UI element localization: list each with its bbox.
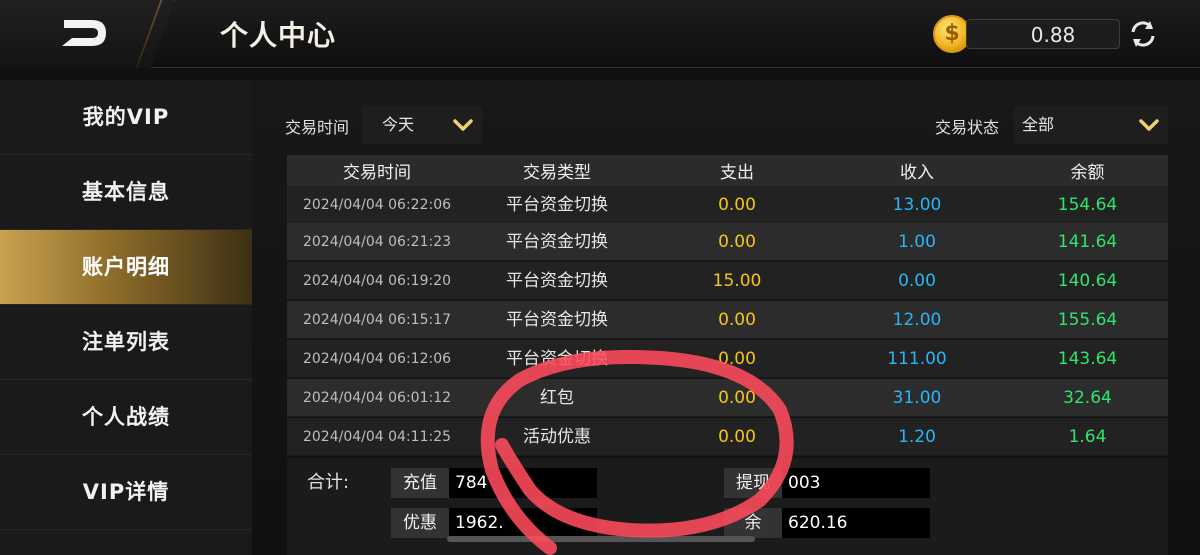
cell-type: 活动优惠 [523, 427, 591, 447]
withdraw-label: 提现 [724, 468, 782, 498]
summary-label: 合计: [307, 472, 350, 493]
withdraw-value: 003 [782, 468, 930, 498]
cell-income: 111.00 [887, 349, 947, 369]
sidebar-item-personal-record[interactable]: 个人战绩 [0, 380, 252, 455]
table-row: 2024/04/04 04:11:25 活动优惠 0.00 1.20 1.64 [287, 418, 1168, 456]
cell-type: 平台资金切换 [506, 271, 608, 291]
discount-label: 优惠 [391, 508, 449, 538]
time-filter-select[interactable]: 今天 [362, 106, 482, 144]
status-filter-label: 交易状态 [935, 118, 1000, 137]
cell-type: 平台资金切换 [506, 195, 608, 215]
cell-expense: 15.00 [712, 271, 762, 291]
balance-summary-label: 余 [724, 508, 782, 538]
table-row: 2024/04/04 06:15:17 平台资金切换 0.00 12.00 15… [287, 301, 1168, 339]
sidebar-item-account-details[interactable]: 账户明细 [0, 230, 252, 305]
cell-income: 1.20 [898, 427, 936, 447]
table-row: 2024/04/04 06:19:20 平台资金切换 15.00 0.00 14… [287, 262, 1168, 300]
cell-balance: 155.64 [1057, 310, 1118, 330]
cell-balance: 141.64 [1057, 232, 1118, 252]
cell-expense: 0.00 [718, 310, 756, 330]
cell-expense: 0.00 [718, 427, 756, 447]
balance-display: 0.88 [966, 19, 1120, 49]
table-row: 2024/04/04 06:01:12 红包 0.00 31.00 32.64 [287, 379, 1168, 417]
table-row: 2024/04/04 06:21:23 平台资金切换 0.00 1.00 141… [287, 223, 1168, 261]
cell-time: 2024/04/04 06:15:17 [302, 312, 452, 328]
cell-income: 1.00 [898, 232, 936, 252]
cell-time: 2024/04/04 06:22:06 [302, 197, 452, 213]
cell-time: 2024/04/04 06:12:06 [302, 351, 452, 367]
cell-income: 31.00 [892, 388, 942, 408]
cell-income: 13.00 [892, 195, 942, 215]
sidebar-item-bet-list[interactable]: 注单列表 [0, 305, 252, 380]
table-row: 2024/04/04 06:12:06 平台资金切换 0.00 111.00 1… [287, 340, 1168, 378]
status-filter-select[interactable]: 全部 [1014, 106, 1168, 144]
sidebar-item-vip-details[interactable]: VIP详情 [0, 455, 252, 530]
cell-balance: 140.64 [1057, 271, 1118, 291]
cell-type: 平台资金切换 [506, 349, 608, 369]
discount-value: 1962. [449, 508, 597, 538]
balance-summary-value: 620.16 [782, 508, 930, 538]
table-row: 2024/04/04 06:22:06 平台资金切换 0.00 13.00 15… [287, 186, 1168, 224]
status-filter-value: 全部 [1022, 115, 1055, 134]
cell-time: 2024/04/04 06:19:20 [302, 273, 452, 289]
cell-type: 平台资金切换 [506, 232, 608, 252]
cell-balance: 1.64 [1068, 427, 1107, 447]
sidebar-item-my-vip[interactable]: 我的VIP [0, 80, 252, 155]
cell-time: 2024/04/04 06:01:12 [302, 390, 452, 406]
top-bar: 个人中心 $ 0.88 [0, 0, 1200, 68]
cell-income: 0.00 [898, 271, 936, 291]
cell-type: 红包 [540, 388, 574, 408]
time-filter-value: 今天 [382, 115, 415, 134]
back-arrow-icon [62, 20, 106, 46]
cell-time: 2024/04/04 04:11:25 [302, 429, 452, 445]
cell-income: 12.00 [892, 310, 942, 330]
recharge-label: 充值 [391, 468, 449, 498]
recharge-value: 784 [449, 468, 597, 498]
cell-balance: 154.64 [1057, 195, 1118, 215]
sidebar: 我的VIP 基本信息 账户明细 注单列表 个人战绩 VIP详情 [0, 80, 252, 555]
cell-expense: 0.00 [718, 388, 756, 408]
chevron-down-icon [1139, 119, 1159, 131]
cell-balance: 32.64 [1063, 388, 1112, 408]
cell-time: 2024/04/04 06:21:23 [302, 234, 452, 250]
time-filter-label: 交易时间 [285, 118, 350, 137]
cell-balance: 143.64 [1057, 349, 1118, 369]
cell-expense: 0.00 [718, 349, 756, 369]
chevron-down-icon [453, 119, 473, 131]
refresh-icon[interactable] [1126, 18, 1160, 50]
scrollbar[interactable] [447, 536, 755, 542]
cell-expense: 0.00 [718, 195, 756, 215]
page-title: 个人中心 [220, 19, 337, 52]
cell-type: 平台资金切换 [506, 310, 608, 330]
sidebar-item-basic-info[interactable]: 基本信息 [0, 155, 252, 230]
cell-expense: 0.00 [718, 232, 756, 252]
